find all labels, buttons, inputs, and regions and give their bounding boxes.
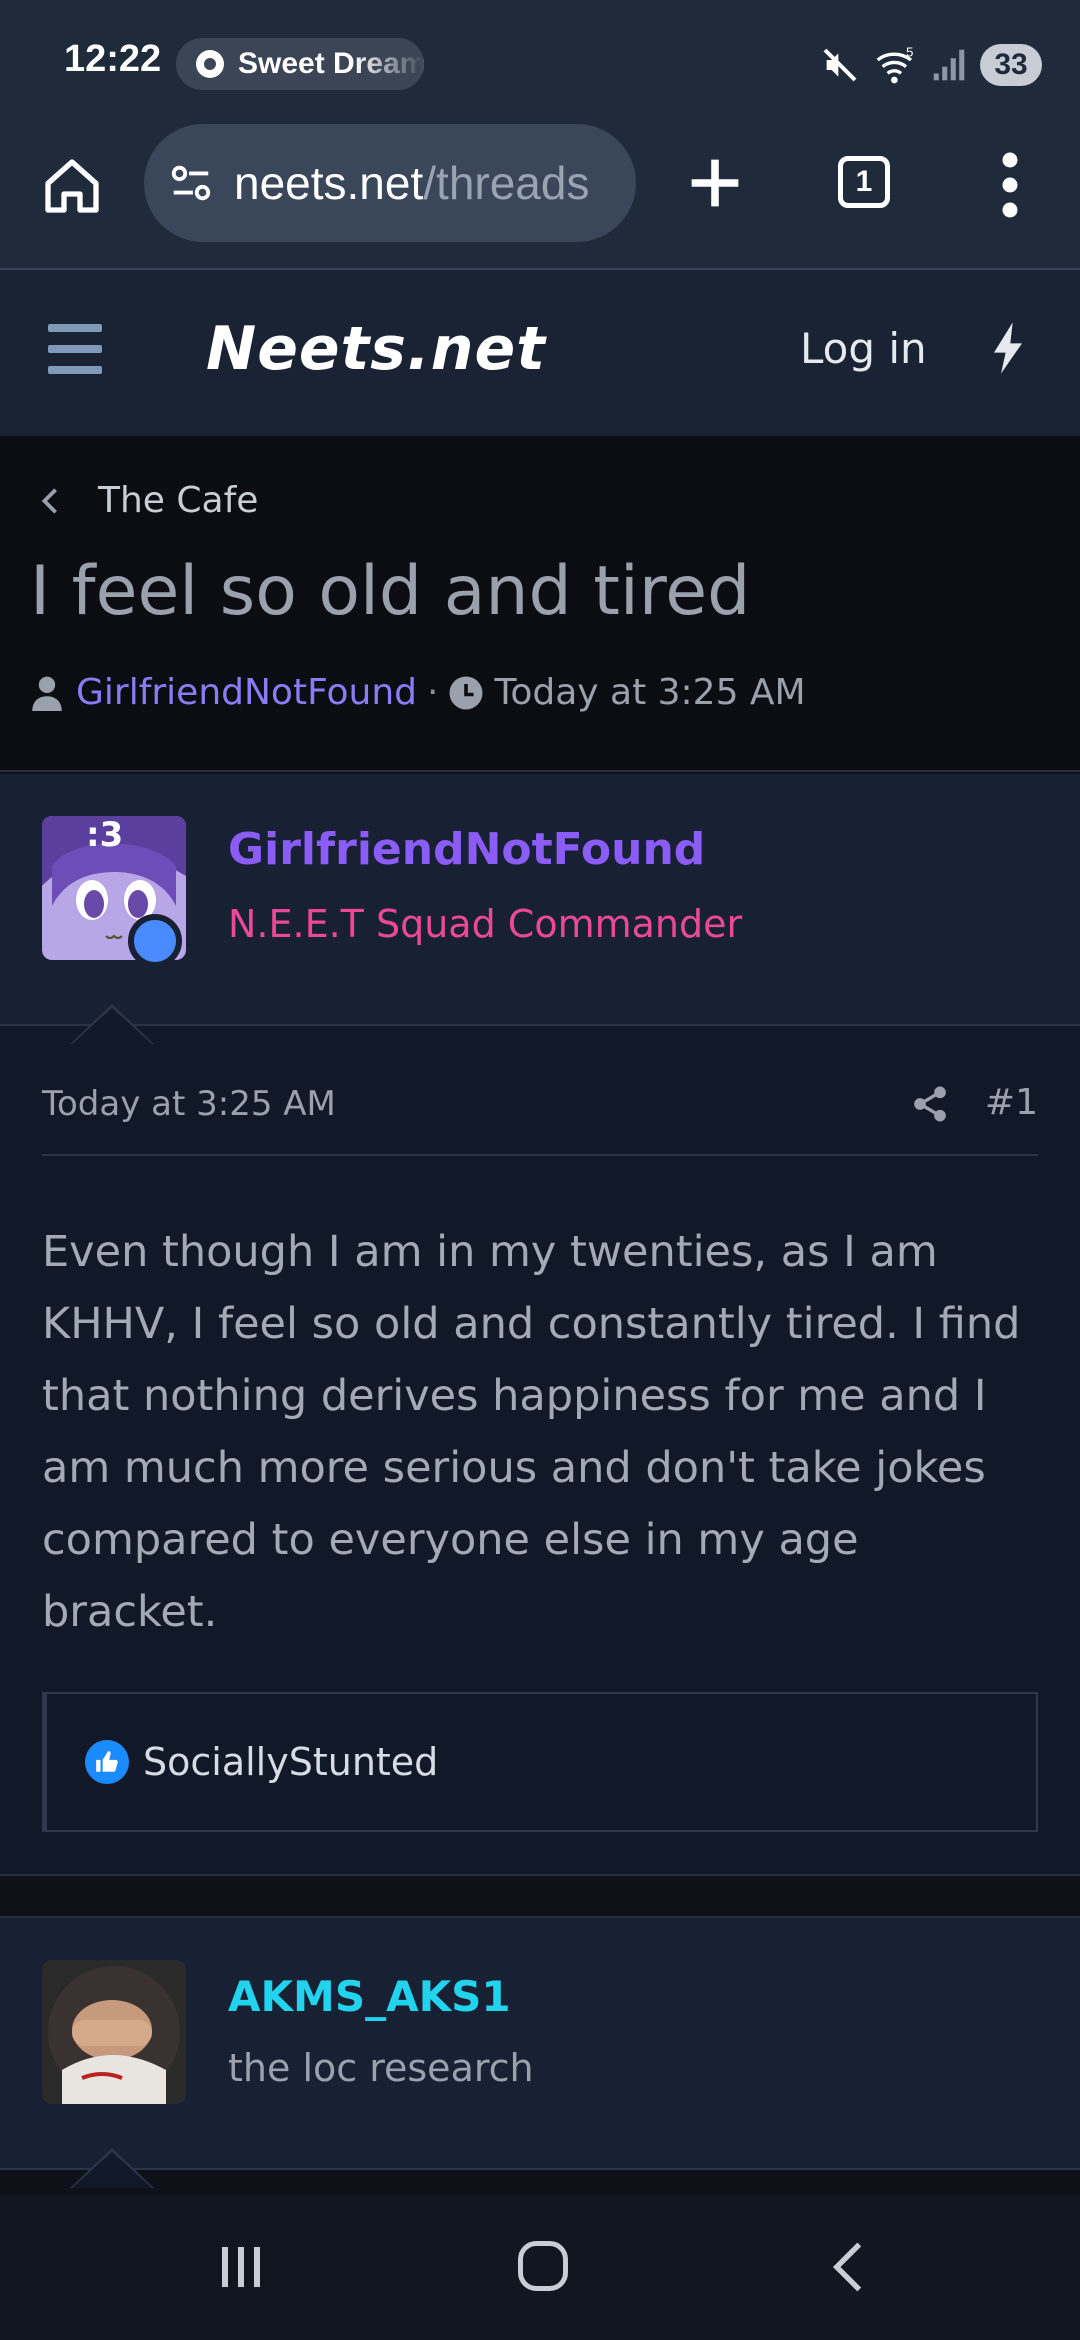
post-number[interactable]: #1 xyxy=(985,1082,1038,1123)
svg-text::3: :3 xyxy=(86,816,123,855)
post-date[interactable]: Today at 3:25 AM xyxy=(42,1084,336,1124)
status-bar: 12:22 Sweet Dreams 5 33 xyxy=(0,0,1080,124)
post-body: Even though I am in my twenties, as I am… xyxy=(42,1227,1021,1637)
browser-toolbar: neets.net/threads 1 xyxy=(0,124,1080,270)
user-block-notch xyxy=(72,2152,152,2188)
signal-icon xyxy=(933,49,965,81)
thread-time[interactable]: Today at 3:25 AM xyxy=(494,672,805,713)
recent-apps-icon[interactable] xyxy=(216,2242,268,2292)
media-notification-pill[interactable]: Sweet Dreams xyxy=(176,38,424,90)
thumbs-up-icon xyxy=(85,1740,129,1784)
new-tab-icon[interactable] xyxy=(680,148,750,218)
meta-separator: · xyxy=(427,672,439,713)
thread-header: The Cafe I feel so old and tired Girlfri… xyxy=(0,436,1080,772)
battery-indicator: 33 xyxy=(980,44,1042,86)
url-host: neets.net xyxy=(234,157,424,209)
system-navigation-bar xyxy=(0,2194,1080,2340)
lightning-icon[interactable] xyxy=(990,320,1026,376)
post-username[interactable]: AKMS_AKS1 xyxy=(228,1972,511,2021)
online-status-indicator xyxy=(128,914,182,968)
post-user-title: the loc research xyxy=(228,2046,534,2090)
post-user-block: :3 GirlfriendNotFound N.E.E.T Squad Comm… xyxy=(0,774,1080,1026)
site-logo[interactable]: Neets.net xyxy=(206,314,546,384)
post-2: AKMS_AKS1 the loc research xyxy=(0,1916,1080,2188)
post-1: :3 GirlfriendNotFound N.E.E.T Squad Comm… xyxy=(0,774,1080,1876)
mute-icon xyxy=(823,48,857,82)
media-app-icon xyxy=(196,50,224,78)
clock-icon xyxy=(449,676,483,709)
reactions-bar[interactable]: SociallyStunted xyxy=(42,1692,1038,1832)
url-text: neets.net/threads xyxy=(234,156,589,210)
hamburger-icon[interactable] xyxy=(48,324,102,374)
page-title: I feel so old and tired xyxy=(30,552,751,631)
home-icon[interactable] xyxy=(40,154,104,218)
url-path: /threads xyxy=(423,157,590,209)
avatar[interactable] xyxy=(42,1960,186,2104)
address-bar[interactable]: neets.net/threads xyxy=(144,124,636,242)
chevron-left-icon xyxy=(41,487,57,514)
back-nav-icon[interactable] xyxy=(826,2240,870,2294)
status-time: 12:22 xyxy=(64,38,162,80)
share-icon[interactable] xyxy=(910,1084,950,1124)
user-block-notch xyxy=(72,1008,152,1044)
post-username[interactable]: GirlfriendNotFound xyxy=(228,824,705,875)
thread-author-link[interactable]: GirlfriendNotFound xyxy=(76,672,417,713)
login-link[interactable]: Log in xyxy=(800,324,927,373)
site-settings-icon[interactable] xyxy=(168,160,214,206)
reaction-users[interactable]: SociallyStunted xyxy=(143,1740,438,1784)
tab-switcher-button[interactable]: 1 xyxy=(838,156,890,208)
post-meta: Today at 3:25 AM #1 xyxy=(42,1080,1038,1156)
more-vertical-icon[interactable] xyxy=(990,150,1030,220)
status-icons: 5 33 xyxy=(820,40,1042,90)
user-icon xyxy=(32,676,62,711)
media-title: Sweet Dreams xyxy=(238,47,424,80)
breadcrumb-label: The Cafe xyxy=(98,480,259,521)
post-user-block: AKMS_AKS1 the loc research xyxy=(0,1918,1080,2170)
post-user-title: N.E.E.T Squad Commander xyxy=(228,902,743,946)
thread-meta: GirlfriendNotFound · Today at 3:25 AM xyxy=(30,672,806,713)
wifi-icon: 5 xyxy=(876,45,913,84)
svg-text:5: 5 xyxy=(906,45,913,60)
breadcrumb[interactable]: The Cafe xyxy=(40,480,258,521)
home-nav-icon[interactable] xyxy=(516,2238,570,2294)
site-header: Neets.net Log in xyxy=(0,270,1080,436)
